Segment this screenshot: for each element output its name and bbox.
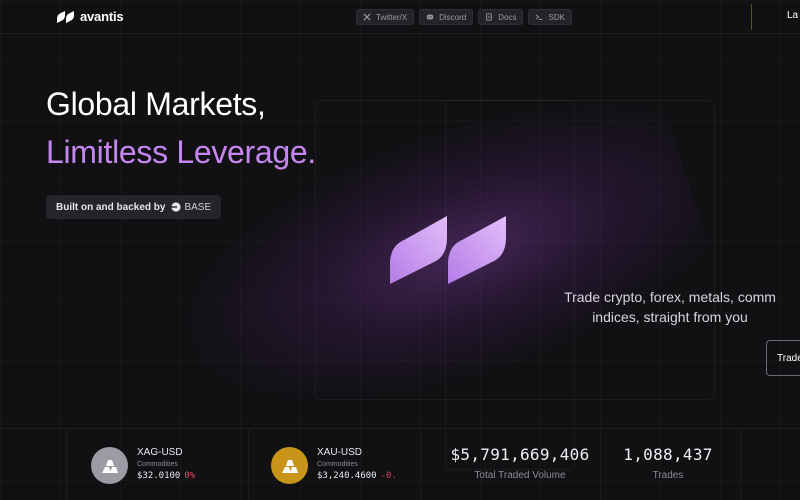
base-label: BASE [184,201,212,213]
asset-category: Commodities [137,461,178,468]
background-outline [315,100,715,400]
total-volume-stat: $5,791,669,406 Total Traded Volume [438,445,602,481]
tagline-line2: indices, straight from you [592,309,748,325]
discord-icon [426,14,434,20]
asset-change: 0% [184,471,196,481]
terminal-icon [536,14,543,20]
base-logo-icon [171,202,182,212]
trades-label: Trades [652,470,684,481]
total-volume-label: Total Traded Volume [474,470,566,481]
twitter-link[interactable]: Twitter/X [356,9,415,25]
asset-price-row: $3,240.4600 -0. [317,471,397,481]
asset-price: $32.0100 [137,471,181,481]
asset-ticker-xau[interactable]: XAU-USD Commodities $3,240.4600 -0. [271,447,397,484]
trades-stat: 1,088,437 Trades [618,445,718,481]
center-logo-icon [390,216,506,284]
stats-divider [740,429,741,500]
asset-ticker-xag[interactable]: XAG-USD Commodities $32.0100 0% [91,447,195,484]
tagline-line1: Trade crypto, forex, metals, comm [564,289,776,305]
docs-link-label: Docs [498,12,517,22]
x-icon [363,13,371,21]
sdk-link-label: SDK [548,12,565,22]
twitter-link-label: Twitter/X [376,12,408,22]
base-brand: BASE [171,202,211,213]
gold-bars-icon [271,447,308,484]
asset-info: XAU-USD Commodities $3,240.4600 -0. [317,447,397,481]
background-outline-column [445,100,575,470]
built-on-label: Built on and backed by [56,201,166,213]
header-divider [751,4,752,30]
docs-icon [486,13,493,21]
total-volume-value: $5,791,669,406 [450,445,590,464]
hero-title-line1: Global Markets, [46,86,266,122]
hero-title-line2: Limitless Leverage. [46,134,316,170]
asset-symbol: XAG-USD [137,447,183,458]
top-nav: avantis Twitter/X Discord Docs SDK La [0,0,800,34]
stats-divider [420,429,421,500]
built-on-base-badge[interactable]: Built on and backed by BASE [46,195,222,219]
asset-symbol: XAU-USD [317,447,363,458]
asset-info: XAG-USD Commodities $32.0100 0% [137,447,195,481]
brand-logo[interactable]: avantis [56,9,124,24]
asset-price: $3,240.4600 [317,471,377,481]
trade-button[interactable]: Trade [766,340,800,376]
asset-price-row: $32.0100 0% [137,471,195,481]
trades-value: 1,088,437 [623,445,713,464]
stats-divider [66,429,67,500]
stats-divider [248,429,249,500]
brand-name: avantis [80,9,124,24]
asset-category: Commodities [317,461,358,468]
avantis-logo-icon [57,10,74,23]
market-stats-bar: XAG-USD Commodities $32.0100 0% XAU-USD … [0,428,800,500]
asset-change: -0. [380,471,397,481]
discord-link-label: Discord [439,12,467,22]
social-links: Twitter/X Discord Docs SDK [356,9,572,25]
docs-link[interactable]: Docs [478,9,524,25]
sdk-link[interactable]: SDK [528,9,572,25]
hero-tagline: Trade crypto, forex, metals, comm indice… [520,287,800,327]
silver-bars-icon [91,447,128,484]
discord-link[interactable]: Discord [419,9,474,25]
launch-app-link[interactable]: La [787,10,798,21]
